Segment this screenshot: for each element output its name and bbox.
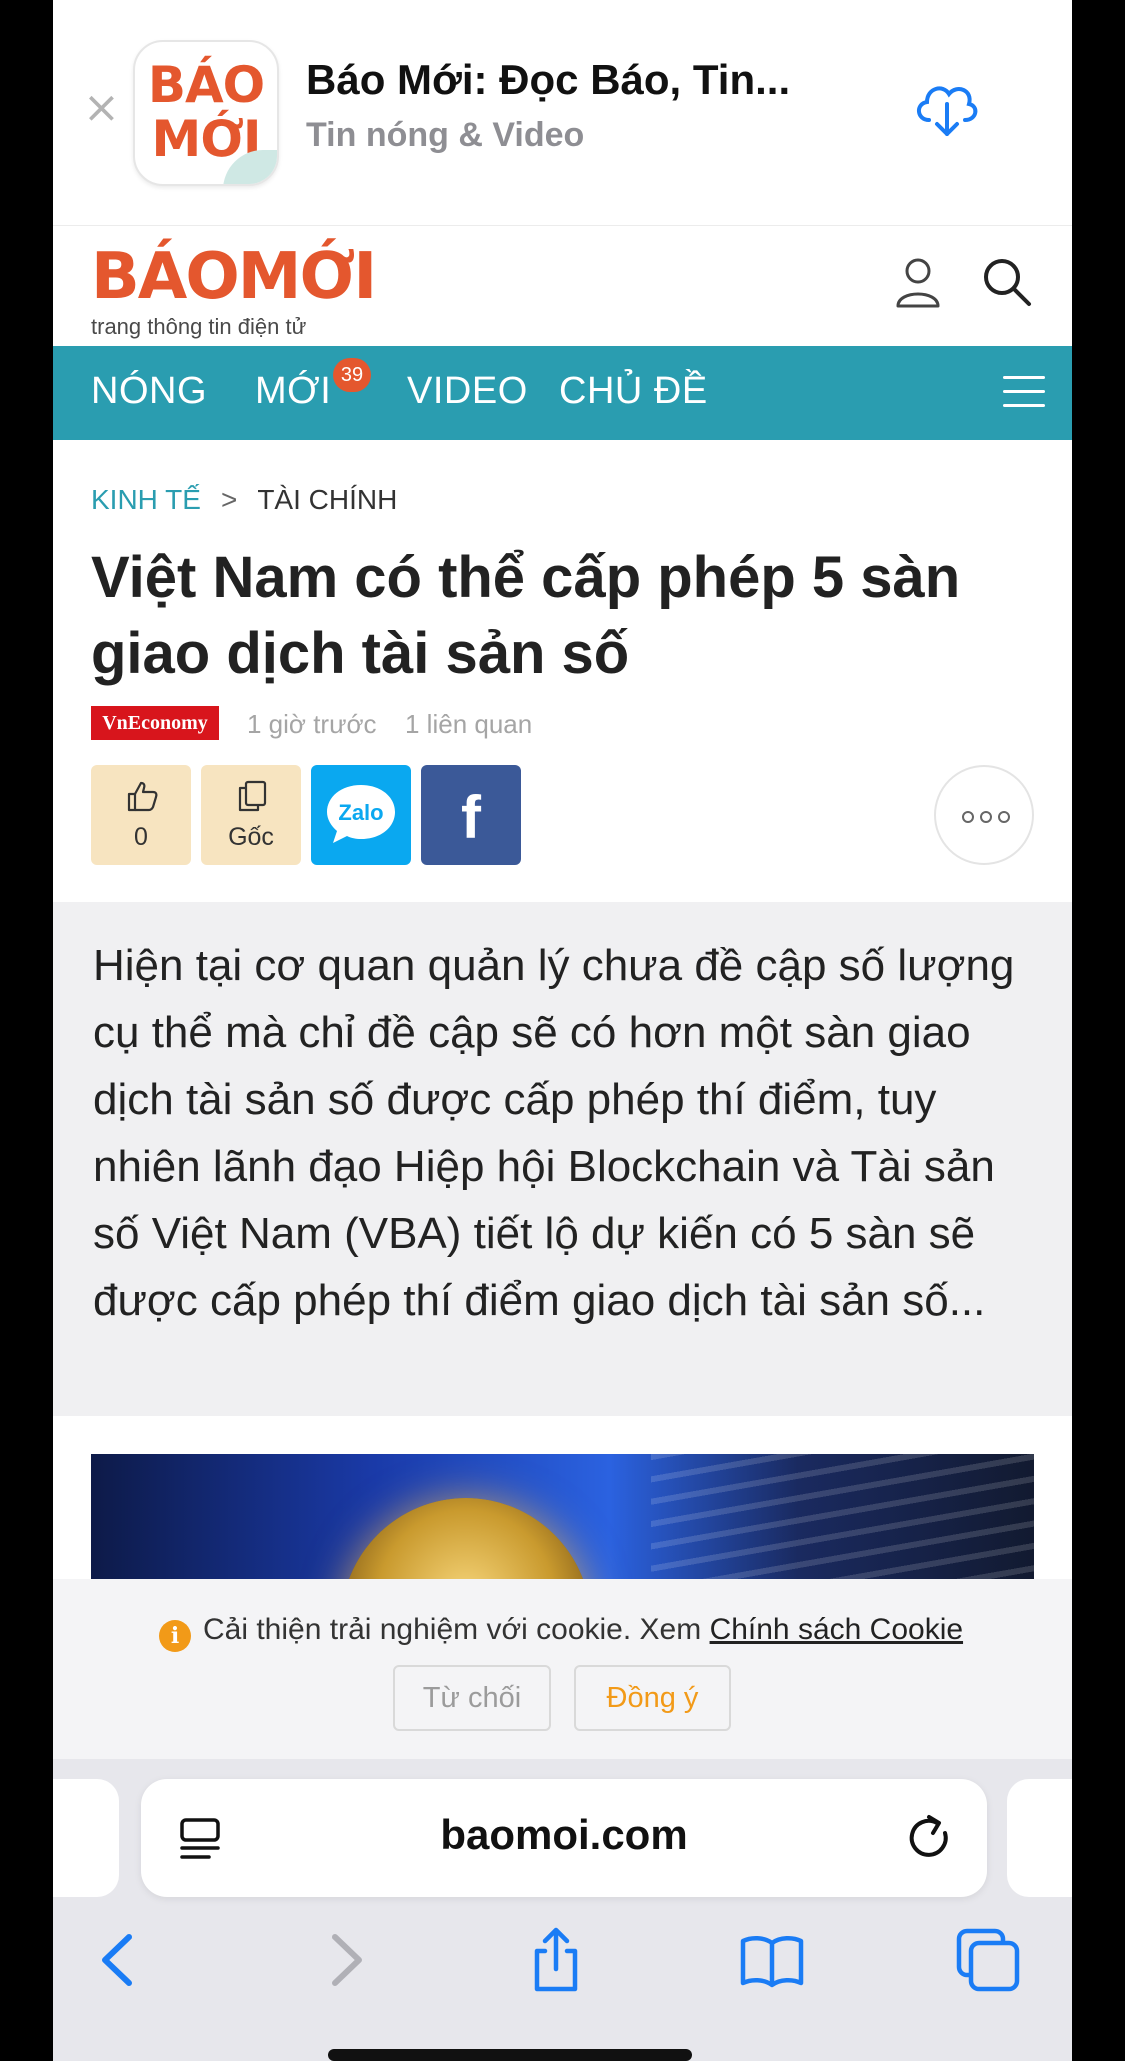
original-source-button[interactable]: Gốc	[201, 765, 301, 865]
like-button[interactable]: 0	[91, 765, 191, 865]
copy-icon	[238, 780, 267, 812]
bookmarks-icon[interactable]	[737, 1925, 807, 1995]
address-bar[interactable]: baomoi.com	[141, 1779, 987, 1897]
app-install-banner: × BÁO MỚI Báo Mới: Đọc Báo, Tin... Tin n…	[53, 0, 1072, 226]
user-icon[interactable]	[895, 256, 941, 308]
back-icon[interactable]	[85, 1925, 155, 1995]
previous-tab-pill[interactable]	[53, 1779, 119, 1897]
browser-toolbar: baomoi.com	[53, 1759, 1072, 2061]
search-icon[interactable]	[981, 256, 1033, 308]
article-summary-box: Hiện tại cơ quan quản lý chưa đề cập số …	[53, 902, 1072, 1416]
cookie-policy-link[interactable]: Chính sách Cookie	[710, 1613, 963, 1646]
hamburger-menu-icon[interactable]	[1003, 376, 1045, 410]
nav-item-hot[interactable]: NÓNG	[91, 370, 207, 413]
more-dots-icon	[962, 811, 1010, 823]
nav-item-video[interactable]: VIDEO	[407, 370, 528, 413]
info-icon: i	[159, 1620, 191, 1652]
next-tab-pill[interactable]	[1007, 1779, 1072, 1897]
breadcrumb-category[interactable]: KINH TẾ	[91, 484, 201, 515]
zalo-icon: Zalo	[327, 785, 395, 843]
forward-icon[interactable]	[309, 1925, 379, 1995]
related-link[interactable]: 1 liên quan	[405, 709, 532, 740]
phone-screen: × BÁO MỚI Báo Mới: Đọc Báo, Tin... Tin n…	[53, 0, 1072, 2061]
app-icon-line1: BÁO	[147, 56, 265, 114]
cookie-accept-button[interactable]: Đồng ý	[574, 1665, 731, 1731]
app-logo-icon[interactable]: BÁO MỚI	[133, 40, 279, 186]
home-indicator[interactable]	[328, 2049, 692, 2061]
app-title[interactable]: Báo Mới: Đọc Báo, Tin...	[306, 56, 790, 104]
cloud-download-icon[interactable]	[913, 78, 979, 138]
main-nav: NÓNG MỚI 39 VIDEO CHỦ ĐỀ	[53, 346, 1072, 440]
article-hero-image[interactable]	[91, 1454, 1034, 1579]
tabs-icon[interactable]	[953, 1925, 1023, 1995]
publish-time: 1 giờ trước	[247, 709, 377, 739]
zalo-label: Zalo	[338, 800, 383, 825]
cookie-message: i Cải thiện trải nghiệm với cookie. Xem C…	[159, 1613, 963, 1652]
article-summary: Hiện tại cơ quan quản lý chưa đề cập số …	[93, 941, 1015, 1325]
share-icon[interactable]	[521, 1925, 591, 1995]
bitcoin-coin-image	[341, 1498, 591, 1579]
site-header: BÁOMỚI trang thông tin điện tử	[53, 226, 1072, 346]
site-logo[interactable]: BÁOMỚI	[91, 240, 377, 314]
cookie-message-text: Cải thiện trải nghiệm với cookie. Xem	[203, 1613, 710, 1646]
new-count-badge: 39	[333, 358, 371, 392]
like-count: 0	[134, 823, 148, 851]
chevron-right-icon: >	[220, 484, 238, 515]
article-title: Việt Nam có thể cấp phép 5 sàn giao dịch…	[91, 545, 961, 686]
cookie-consent-bar: i Cải thiện trải nghiệm với cookie. Xem C…	[53, 1579, 1072, 1759]
breadcrumb-subcategory[interactable]: TÀI CHÍNH	[257, 484, 397, 515]
app-subtitle: Tin nóng & Video	[306, 116, 585, 154]
nav-item-topics[interactable]: CHỦ ĐỀ	[559, 370, 708, 413]
url-text[interactable]: baomoi.com	[141, 1811, 987, 1859]
cookie-deny-button[interactable]: Từ chối	[393, 1665, 551, 1731]
original-source-label: Gốc	[228, 823, 274, 851]
breadcrumb: KINH TẾ > TÀI CHÍNH	[91, 484, 397, 516]
thumbs-up-icon	[127, 781, 158, 812]
share-facebook-button[interactable]: f	[421, 765, 521, 865]
share-zalo-button[interactable]: Zalo	[311, 765, 411, 865]
facebook-icon: f	[461, 784, 481, 851]
reload-icon[interactable]	[907, 1813, 955, 1863]
site-tagline: trang thông tin điện tử	[91, 314, 307, 339]
nav-item-new[interactable]: MỚI	[255, 370, 331, 413]
circuit-board-image	[651, 1454, 1034, 1579]
source-logo[interactable]: VnEconomy	[91, 706, 219, 740]
close-icon[interactable]: ×	[83, 86, 120, 130]
more-options-button[interactable]	[934, 765, 1034, 865]
